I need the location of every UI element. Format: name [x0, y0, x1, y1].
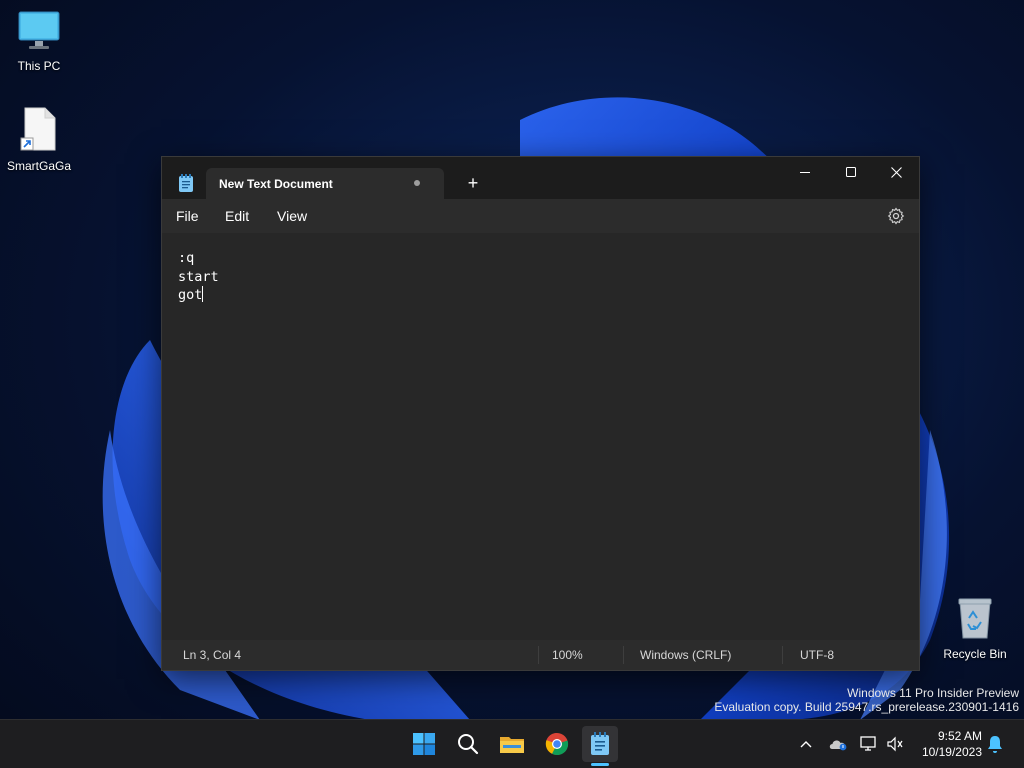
desktop-icon-this-pc[interactable]: This PC	[1, 10, 77, 73]
editor-line: start	[178, 268, 219, 285]
volume-button[interactable]	[885, 734, 905, 754]
clock-time: 9:52 AM	[937, 729, 982, 743]
close-button[interactable]	[873, 157, 919, 187]
clock-date: 10/19/2023	[921, 745, 982, 759]
settings-button[interactable]	[887, 207, 905, 225]
file-explorer-icon	[500, 737, 524, 753]
line-ending[interactable]: Windows (CRLF)	[640, 648, 731, 662]
unsaved-indicator-icon[interactable]	[414, 180, 420, 186]
clock[interactable]: 9:52 AM 10/19/2023	[910, 728, 982, 760]
desktop-icon-smartgaga[interactable]: SmartGaGa	[1, 106, 77, 173]
maximize-button[interactable]	[828, 157, 874, 187]
active-app-indicator	[591, 763, 609, 766]
onedrive-button[interactable]	[828, 734, 848, 754]
text-caret	[202, 286, 204, 302]
document-tab[interactable]: New Text Document	[206, 168, 444, 199]
text-editor[interactable]: :q start got	[162, 233, 919, 640]
taskbar: 9:52 AM 10/19/2023	[0, 719, 1024, 768]
encoding[interactable]: UTF-8	[800, 648, 834, 662]
windows-start-icon	[413, 733, 435, 755]
menu-file[interactable]: File	[176, 208, 199, 224]
recycle-bin-icon	[937, 596, 1013, 643]
menu-edit[interactable]: Edit	[225, 208, 249, 224]
onedrive-icon	[829, 740, 847, 751]
volume-icon	[887, 736, 903, 752]
show-hidden-icons-button[interactable]	[796, 734, 816, 754]
notepad-icon	[591, 732, 609, 755]
desktop-icon-label: SmartGaGa	[6, 159, 72, 173]
menu-bar: File Edit View	[162, 199, 919, 233]
notifications-button[interactable]	[986, 734, 1006, 754]
desktop-icon-label: Recycle Bin	[943, 647, 1007, 661]
editor-content[interactable]: :q start got	[178, 249, 219, 305]
evaluation-watermark: Windows 11 Pro Insider Preview Evaluatio…	[714, 686, 1019, 714]
monitor-icon	[1, 10, 77, 55]
tab-title: New Text Document	[219, 177, 333, 191]
chevron-up-icon	[800, 741, 812, 748]
editor-line: :q	[178, 250, 195, 266]
title-bar[interactable]: New Text Document +	[162, 157, 919, 199]
zoom-level[interactable]: 100%	[552, 648, 583, 662]
bell-icon	[988, 736, 1002, 753]
status-divider	[782, 646, 783, 664]
menu-view[interactable]: View	[277, 208, 307, 224]
start-button[interactable]	[406, 726, 442, 762]
file-shortcut-icon	[1, 106, 77, 155]
search-icon	[458, 734, 479, 755]
notepad-icon	[178, 174, 194, 192]
status-divider	[623, 646, 624, 664]
search-button[interactable]	[450, 726, 486, 762]
new-tab-button[interactable]: +	[461, 171, 485, 195]
watermark-line: Evaluation copy. Build 25947.rs_prerelea…	[714, 700, 1019, 714]
notepad-window: New Text Document + File Edit View :q sta…	[161, 156, 920, 671]
minimize-icon	[800, 172, 810, 173]
desktop-icon-recycle-bin[interactable]: Recycle Bin	[937, 596, 1013, 661]
notepad-taskbar-button[interactable]	[582, 726, 618, 762]
minimize-button[interactable]	[782, 157, 828, 187]
status-bar: Ln 3, Col 4 100% Windows (CRLF) UTF-8	[162, 640, 919, 670]
desktop-icon-label: This PC	[17, 59, 61, 73]
network-button[interactable]	[859, 734, 879, 754]
network-icon	[860, 736, 876, 751]
watermark-line: Windows 11 Pro Insider Preview	[847, 686, 1019, 700]
maximize-icon	[846, 167, 856, 177]
status-divider	[538, 646, 539, 664]
editor-line: got	[178, 287, 203, 303]
file-explorer-button[interactable]	[494, 726, 530, 762]
close-icon	[890, 166, 902, 178]
chrome-button[interactable]	[539, 726, 575, 762]
chrome-icon	[545, 732, 569, 756]
cursor-position: Ln 3, Col 4	[183, 648, 242, 662]
gear-icon	[887, 207, 905, 225]
